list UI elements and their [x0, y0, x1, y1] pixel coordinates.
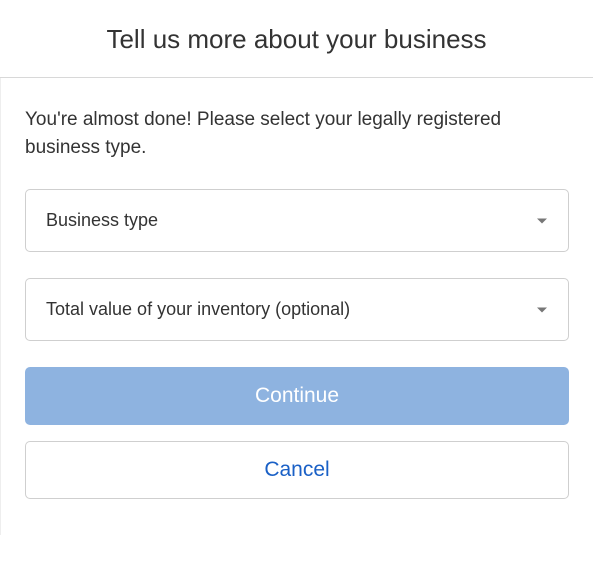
inventory-value-placeholder: Total value of your inventory (optional)	[46, 299, 350, 320]
business-type-placeholder: Business type	[46, 210, 158, 231]
business-type-select-wrapper: Business type	[25, 189, 569, 252]
modal-body: You're almost done! Please select your l…	[0, 78, 593, 535]
inventory-value-select[interactable]: Total value of your inventory (optional)	[25, 278, 569, 341]
business-info-modal: Tell us more about your business You're …	[0, 0, 593, 535]
cancel-button[interactable]: Cancel	[25, 441, 569, 499]
modal-header: Tell us more about your business	[0, 0, 593, 78]
business-type-select[interactable]: Business type	[25, 189, 569, 252]
continue-button[interactable]: Continue	[25, 367, 569, 425]
modal-title: Tell us more about your business	[20, 24, 573, 55]
inventory-value-select-wrapper: Total value of your inventory (optional)	[25, 278, 569, 341]
intro-text: You're almost done! Please select your l…	[25, 106, 569, 161]
